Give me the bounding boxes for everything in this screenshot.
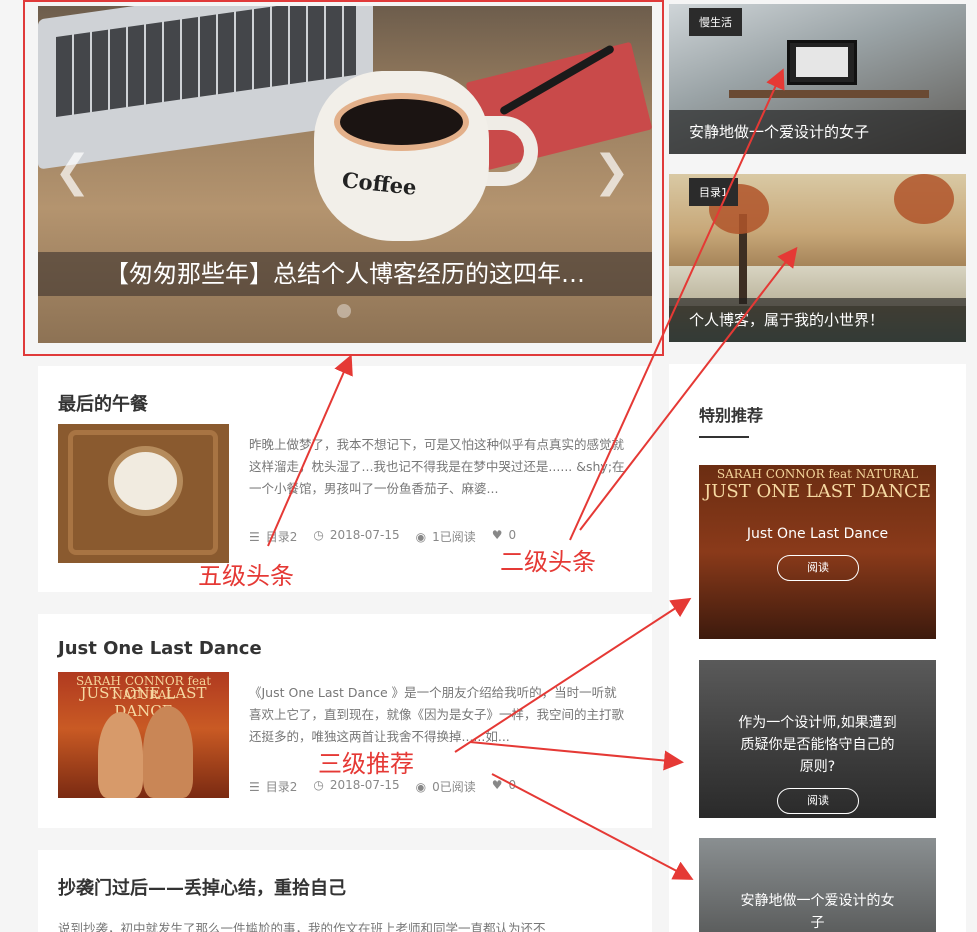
- annotation-arrows: [267, 68, 798, 880]
- arrow-to-recommend-1: [454, 597, 692, 753]
- arrow-to-slider: [267, 354, 353, 547]
- arrow-to-side-card-1: [569, 68, 785, 541]
- annotation-level5: 五级头条: [198, 562, 294, 590]
- arrow-to-side-card-2: [579, 246, 798, 531]
- annotation-level2: 二级头条: [500, 548, 596, 576]
- annotation-level3: 三级推荐: [318, 750, 414, 778]
- arrow-to-recommend-2: [469, 741, 684, 771]
- arrow-to-recommend-3: [491, 773, 694, 880]
